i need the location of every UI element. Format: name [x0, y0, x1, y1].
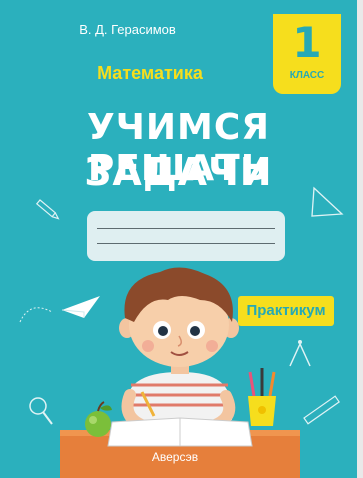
notebook [107, 417, 253, 447]
series-badge-label: Практикум [246, 302, 326, 319]
pencil-icon [35, 199, 60, 220]
boy [119, 267, 239, 434]
paper-plane-icon [19, 296, 100, 323]
boy-illustration [19, 186, 344, 478]
page-edge [357, 0, 363, 478]
publisher-name: Аверсэв [151, 450, 199, 464]
magnifier-icon [29, 397, 53, 425]
pencil-cup-icon [248, 368, 276, 426]
compass-icon [289, 340, 311, 367]
series-badge: Практикум [238, 296, 334, 326]
book-cover: В. Д. Герасимов Математика 1 КЛАСС УЧИМС… [0, 0, 357, 478]
triangle-ruler-icon [311, 186, 344, 217]
apple-icon [85, 401, 112, 437]
ruler-icon [303, 395, 340, 425]
